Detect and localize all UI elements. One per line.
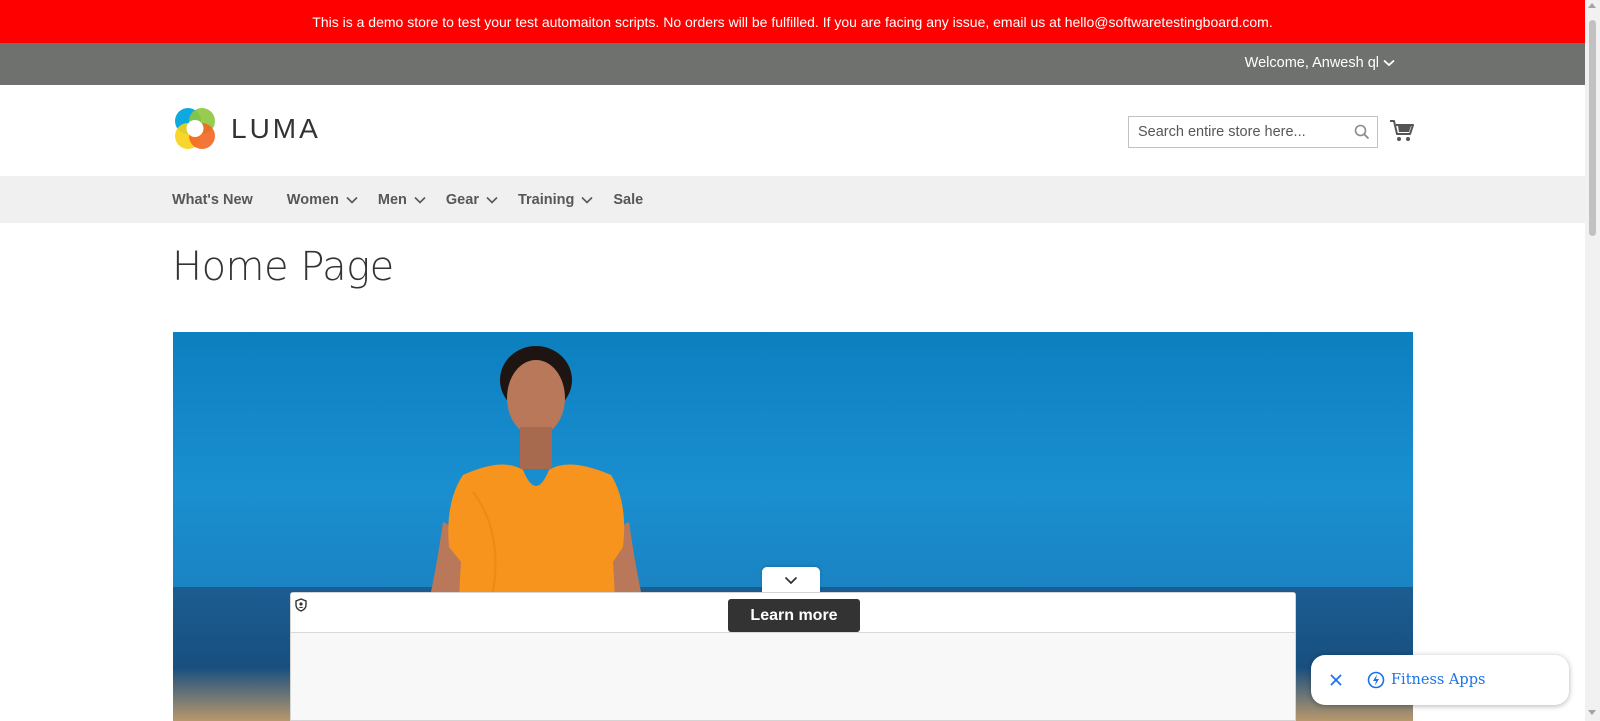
chevron-down-icon [486,196,498,204]
fitness-apps-label: Fitness Apps [1391,672,1486,688]
nav-item-label: Gear [445,191,479,208]
scrollbar-thumb[interactable] [1589,20,1596,236]
search-icon[interactable] [1347,117,1377,147]
nav-item-women[interactable]: Women [287,192,358,208]
chevron-down-icon [784,576,798,584]
page-title: Home Page [172,244,394,290]
nav-item-training[interactable]: Training [518,192,593,208]
main-navigation: What's New Women Men Gear Training Sale [0,176,1585,223]
ad-top-bar: Learn more [291,593,1295,633]
nav-item-label: What's New [172,191,253,208]
search-form [1128,116,1378,148]
nav-item-gear[interactable]: Gear [446,192,498,208]
nav-item-sale[interactable]: Sale [613,192,643,208]
chevron-down-icon [1383,59,1395,67]
page-scrollbar[interactable] [1585,0,1600,721]
learn-more-button[interactable]: Learn more [728,599,860,632]
demo-notice-banner: This is a demo store to test your test a… [0,0,1585,43]
nav-item-label: Sale [613,191,644,208]
shield-icon[interactable] [294,598,308,612]
nav-item-label: Women [286,191,339,208]
ad-collapse-toggle[interactable] [762,567,820,593]
nav-item-men[interactable]: Men [378,192,426,208]
advertisement-frame: Learn more [290,592,1296,721]
customer-welcome-menu[interactable]: Welcome, Anwesh ql [1245,55,1395,71]
chevron-down-icon [346,196,358,204]
nav-item-label: Men [377,191,407,208]
search-input[interactable] [1129,117,1347,147]
fitness-apps-link[interactable]: Fitness Apps [1367,671,1485,689]
close-icon[interactable] [1327,671,1345,689]
chevron-down-icon [414,196,426,204]
scroll-up-arrow-icon[interactable] [1588,3,1596,8]
fitness-apps-chip: Fitness Apps [1311,655,1569,705]
welcome-text: Welcome, Anwesh ql [1244,55,1379,71]
chevron-down-icon [581,196,593,204]
nav-item-label: Training [517,191,575,208]
lightning-bolt-icon [1367,671,1385,689]
panel-header: Welcome, Anwesh ql [0,43,1585,85]
demo-notice-text: This is a demo store to test your test a… [312,13,1273,30]
logo-text: LUMA [231,113,321,144]
scroll-down-arrow-icon[interactable] [1588,710,1596,715]
shopping-cart-icon[interactable] [1389,118,1415,144]
luma-logo[interactable]: LUMA [173,107,321,151]
nav-item-whats-new[interactable]: What's New [172,192,253,208]
luma-logo-icon [175,108,215,149]
site-header: LUMA [0,85,1585,176]
